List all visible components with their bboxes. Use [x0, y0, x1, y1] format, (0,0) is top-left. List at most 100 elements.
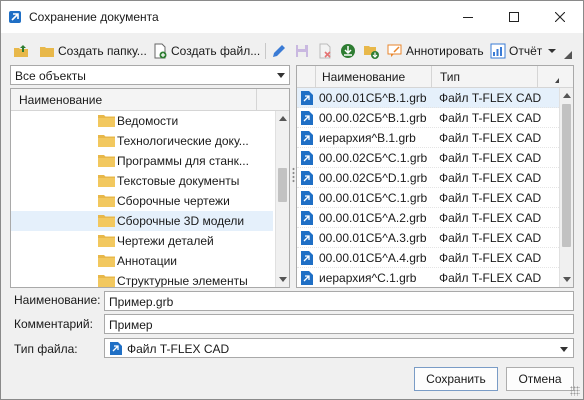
save-icon: [296, 45, 308, 57]
tflex-file-icon: [301, 271, 313, 285]
tree-item-label: Сборочные 3D модели: [117, 214, 245, 228]
cancel-button[interactable]: Отмена: [506, 367, 574, 391]
tree-item[interactable]: Аннотации: [11, 251, 273, 271]
file-type: Файл T-FLEX CAD: [439, 91, 542, 105]
file-row[interactable]: иерархия^C.1.grb Файл T-FLEX CAD: [297, 268, 559, 287]
annotate-icon: [387, 44, 402, 57]
chevron-down-icon: [548, 49, 557, 53]
comment-input[interactable]: Пример: [104, 314, 574, 334]
tree-item[interactable]: Программы для станк...: [11, 151, 273, 171]
tree-item[interactable]: Структурные элементы: [11, 271, 273, 288]
folder-tree-scrollbar[interactable]: [275, 111, 289, 287]
toolbar-overflow-icon[interactable]: [564, 51, 572, 59]
chevron-down-icon: [560, 347, 568, 352]
file-row[interactable]: 00.00.01СБ^B.1.grb Файл T-FLEX CAD: [297, 88, 559, 108]
new-file-icon: [154, 43, 167, 59]
column-header-name[interactable]: Наименование: [19, 93, 102, 107]
scrollbar-thumb[interactable]: [562, 104, 571, 247]
tree-item-label: Программы для станк...: [117, 154, 249, 168]
create-folder-button[interactable]: Создать папку...: [39, 41, 147, 61]
folder-download-button[interactable]: [363, 41, 379, 61]
column-header-name[interactable]: Наименование: [322, 70, 405, 84]
tree-item[interactable]: Ведомости: [11, 111, 273, 131]
file-name: 00.00.01СБ^A.2.grb: [319, 211, 427, 225]
edit-button[interactable]: [271, 41, 287, 61]
pane-splitter[interactable]: [292, 167, 295, 183]
tflex-file-icon: [301, 231, 313, 245]
tflex-file-icon: [301, 151, 313, 165]
tree-item-label: Технологические доку...: [117, 134, 249, 148]
filetype-select[interactable]: Файл T-FLEX CAD: [104, 338, 574, 358]
create-folder-label: Создать папку...: [58, 44, 147, 58]
download-button[interactable]: [340, 41, 356, 61]
file-row[interactable]: 00.00.02СБ^D.1.grb Файл T-FLEX CAD: [297, 168, 559, 188]
tree-item[interactable]: Чертежи деталей: [11, 231, 273, 251]
file-row[interactable]: 00.00.01СБ^A.2.grb Файл T-FLEX CAD: [297, 208, 559, 228]
file-type: Файл T-FLEX CAD: [439, 231, 542, 245]
column-header-type[interactable]: Тип: [440, 70, 460, 84]
file-row[interactable]: иерархия^B.1.grb Файл T-FLEX CAD: [297, 128, 559, 148]
file-list-scrollbar[interactable]: [559, 88, 573, 287]
scrollbar-thumb[interactable]: [278, 168, 287, 202]
scroll-up-icon[interactable]: [563, 93, 571, 98]
save-toolbar-button[interactable]: [294, 41, 310, 61]
tree-item[interactable]: Текстовые документы: [11, 171, 273, 191]
file-row[interactable]: 00.00.01СБ^A.3.grb Файл T-FLEX CAD: [297, 228, 559, 248]
tree-item-label: Текстовые документы: [117, 174, 240, 188]
file-type: Файл T-FLEX CAD: [439, 271, 542, 285]
tflex-file-icon: [301, 111, 313, 125]
tree-item[interactable]: Технологические доку...: [11, 131, 273, 151]
annotate-button[interactable]: Аннотировать: [387, 41, 484, 61]
report-button[interactable]: Отчёт: [490, 41, 557, 61]
file-row[interactable]: 00.00.02СБ^B.1.grb Файл T-FLEX CAD: [297, 108, 559, 128]
create-file-button[interactable]: Создать файл...: [152, 41, 260, 61]
save-button[interactable]: Сохранить: [414, 367, 498, 391]
filetype-value: Файл T-FLEX CAD: [127, 342, 230, 356]
file-name: 00.00.01СБ^A.4.grb: [319, 251, 427, 265]
delete-button[interactable]: [317, 41, 333, 61]
object-filter-value: Все объекты: [15, 69, 86, 83]
file-name: 00.00.02СБ^C.1.grb: [319, 151, 428, 165]
minimize-button[interactable]: [445, 1, 491, 33]
tree-item-label: Чертежи деталей: [117, 234, 214, 248]
scroll-down-icon[interactable]: [563, 277, 571, 282]
name-input-value: Пример.grb: [109, 295, 174, 309]
annotate-label: Аннотировать: [406, 44, 484, 58]
folder-download-icon: [364, 46, 379, 59]
file-row[interactable]: 00.00.01СБ^C.1.grb Файл T-FLEX CAD: [297, 188, 559, 208]
close-button[interactable]: [537, 1, 583, 33]
tree-item[interactable]: Сборочные 3D модели: [11, 211, 273, 231]
close-icon: [555, 12, 565, 22]
file-name: 00.00.01СБ^B.1.grb: [319, 91, 427, 105]
tree-item[interactable]: Сборочные чертежи: [11, 191, 273, 211]
tree-item-label: Структурные элементы: [117, 274, 248, 288]
folder-icon: [98, 215, 115, 227]
scroll-up-icon[interactable]: [279, 116, 287, 121]
file-list-header: Наименование Тип: [297, 66, 573, 88]
scroll-down-icon[interactable]: [279, 277, 287, 282]
pencil-icon: [273, 45, 285, 57]
resize-grip[interactable]: [570, 386, 580, 396]
file-row[interactable]: 00.00.01СБ^A.4.grb Файл T-FLEX CAD: [297, 248, 559, 268]
tree-item-label: Аннотации: [117, 254, 177, 268]
object-filter-select[interactable]: Все объекты: [10, 65, 290, 85]
save-document-dialog: Сохранение документа Создать папку... Со…: [0, 0, 584, 400]
up-folder-icon: [14, 45, 28, 57]
column-divider: [431, 66, 432, 88]
up-folder-button[interactable]: [13, 41, 29, 61]
column-divider: [315, 66, 316, 88]
tflex-file-icon: [301, 91, 313, 105]
download-icon: [341, 44, 355, 58]
tflex-file-icon: [301, 211, 313, 225]
name-input[interactable]: Пример.grb: [104, 291, 574, 311]
folder-icon: [98, 235, 115, 247]
chevron-down-icon: [277, 73, 285, 78]
file-row[interactable]: 00.00.02СБ^C.1.grb Файл T-FLEX CAD: [297, 148, 559, 168]
column-divider: [256, 89, 257, 111]
file-type: Файл T-FLEX CAD: [439, 171, 542, 185]
report-label: Отчёт: [509, 44, 543, 58]
window-title: Сохранение документа: [29, 10, 159, 24]
maximize-button[interactable]: [491, 1, 537, 33]
minimize-icon: [463, 17, 473, 18]
maximize-icon: [509, 12, 519, 22]
